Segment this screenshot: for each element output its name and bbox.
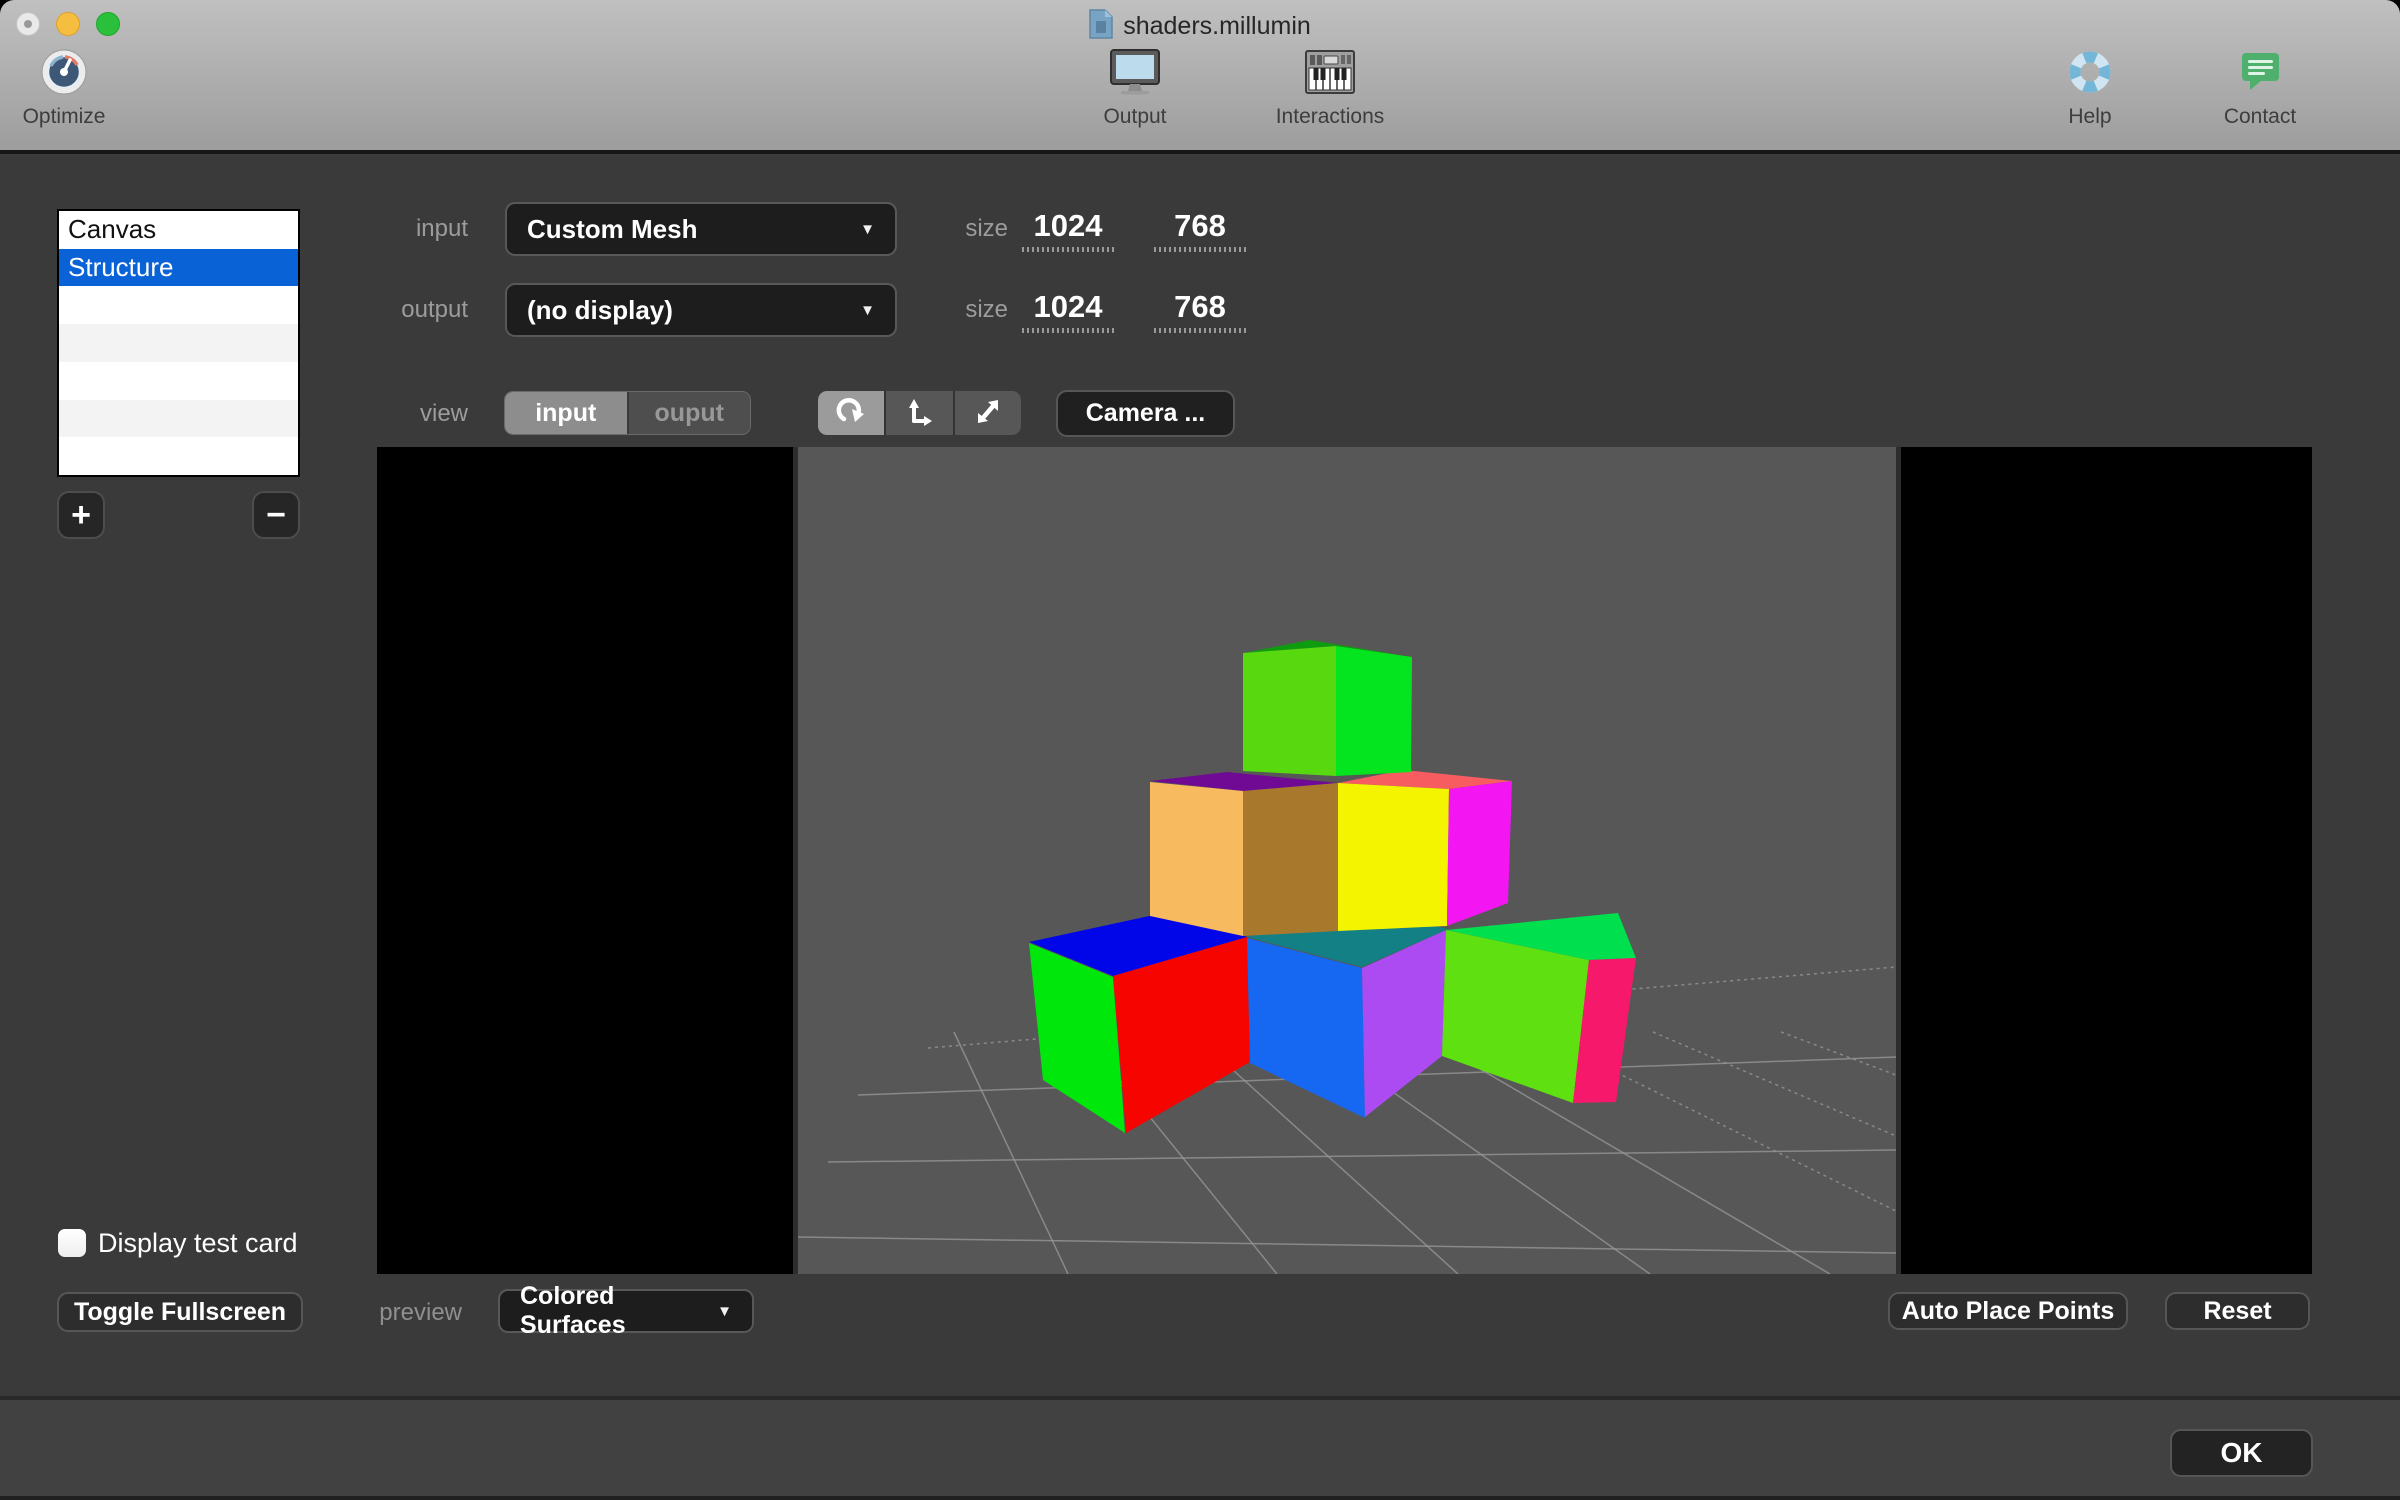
viewport-right-bar <box>1901 447 2312 1274</box>
document-icon <box>1089 9 1113 44</box>
sidebar-empty-row[interactable] <box>59 437 298 476</box>
view-segment-output[interactable]: ouput <box>628 392 750 434</box>
output-dropdown-value: (no display) <box>527 294 673 325</box>
canvas-list[interactable]: Canvas Structure <box>57 209 300 477</box>
output-dropdown[interactable]: (no display) ▼ <box>505 283 897 337</box>
sidebar-item-structure[interactable]: Structure <box>59 248 298 287</box>
app-window: shaders.millumin Optimize Output Interac… <box>0 0 2400 1500</box>
toolbar-interactions[interactable]: Interactions <box>1255 48 1405 129</box>
translate-tool-button[interactable] <box>886 391 953 435</box>
ok-button[interactable]: OK <box>2170 1429 2313 1477</box>
input-width-field[interactable]: 1024 <box>1022 208 1114 252</box>
titlebar: shaders.millumin <box>0 9 2400 44</box>
top-cube-face[interactable] <box>1336 646 1412 776</box>
preview-mode-dropdown[interactable]: Colored Surfaces ▼ <box>498 1282 754 1339</box>
midi-keyboard-icon <box>1304 48 1356 101</box>
toolbar-help-label: Help <box>2068 105 2112 128</box>
preview-mode-value: Colored Surfaces <box>520 1282 626 1339</box>
preview-viewport[interactable] <box>377 447 2312 1274</box>
rotate-icon <box>835 395 867 432</box>
sidebar-empty-row[interactable] <box>59 361 298 400</box>
toolbar-optimize-label: Optimize <box>22 105 106 128</box>
display-test-card-checkbox[interactable] <box>58 1229 86 1257</box>
window-title: shaders.millumin <box>1123 12 1311 40</box>
window-header: shaders.millumin Optimize Output Interac… <box>0 0 2400 150</box>
view-segment-input[interactable]: input <box>505 392 627 434</box>
remove-button[interactable]: − <box>252 491 300 539</box>
viewport-render-area[interactable] <box>798 447 1896 1274</box>
input-height-field[interactable]: 768 <box>1154 208 1246 252</box>
viewport-left-bar <box>377 447 793 1274</box>
top-cube-face[interactable] <box>1243 646 1336 776</box>
output-label: output <box>401 296 468 323</box>
bottom-middle-cube-face[interactable] <box>1247 938 1365 1118</box>
floor-grid-line <box>1780 1031 1896 1076</box>
gauge-icon <box>40 48 88 101</box>
reset-button[interactable]: Reset <box>2165 1292 2310 1330</box>
toolbar-optimize[interactable]: Optimize <box>18 48 110 129</box>
toolbar-interactions-label: Interactions <box>1275 105 1385 128</box>
input-dropdown[interactable]: Custom Mesh ▼ <box>505 202 897 256</box>
scene-svg <box>798 640 1896 1274</box>
input-dropdown-value: Custom Mesh <box>527 213 698 244</box>
output-size-label: size <box>965 296 1008 323</box>
floor-grid-line <box>1652 1031 1896 1137</box>
view-label: view <box>419 400 468 427</box>
middle-right-cube-face[interactable] <box>1447 781 1512 926</box>
monitor-icon <box>1107 48 1163 101</box>
toolbar-help[interactable]: Help <box>2040 48 2140 129</box>
sidebar-empty-row[interactable] <box>59 286 298 325</box>
scale-tool-button[interactable] <box>954 391 1021 435</box>
chevron-down-icon: ▼ <box>717 1302 732 1320</box>
floor-grid-line <box>798 1236 1896 1254</box>
chevron-down-icon: ▼ <box>860 220 875 238</box>
transform-tool-group <box>818 391 1021 435</box>
output-height-field[interactable]: 768 <box>1154 289 1246 333</box>
scale-arrow-icon <box>972 395 1004 432</box>
camera-button[interactable]: Camera ... <box>1056 390 1235 437</box>
middle-right-cube-face[interactable] <box>1338 783 1449 931</box>
sidebar-item-canvas[interactable]: Canvas <box>59 211 298 249</box>
display-test-card-label: Display test card <box>98 1227 298 1258</box>
toolbar-contact[interactable]: Contact <box>2210 48 2310 129</box>
chevron-down-icon: ▼ <box>860 301 875 319</box>
output-width-field[interactable]: 1024 <box>1022 289 1114 333</box>
view-segmented-control: input ouput <box>504 391 751 435</box>
sidebar-empty-row[interactable] <box>59 399 298 438</box>
input-label: input <box>415 215 468 242</box>
footer-bar: OK <box>0 1396 2400 1500</box>
preview-label: preview <box>379 1299 462 1326</box>
middle-left-cube-face[interactable] <box>1150 782 1243 936</box>
add-button[interactable]: + <box>57 491 105 539</box>
input-size-label: size <box>965 215 1008 242</box>
toolbar-divider <box>0 150 2400 154</box>
floor-grid-line <box>827 1149 1896 1163</box>
bottom-right-cube-face[interactable] <box>1442 930 1589 1103</box>
speech-bubble-icon <box>2237 48 2283 101</box>
sidebar-empty-row[interactable] <box>59 324 298 362</box>
toolbar-output[interactable]: Output <box>1085 48 1185 129</box>
auto-place-points-button[interactable]: Auto Place Points <box>1888 1292 2128 1330</box>
move-arrows-icon <box>903 395 935 432</box>
toolbar-output-label: Output <box>1103 105 1167 128</box>
toggle-fullscreen-button[interactable]: Toggle Fullscreen <box>57 1292 303 1332</box>
middle-left-cube-face[interactable] <box>1243 783 1338 936</box>
toolbar-contact-label: Contact <box>2223 105 2297 128</box>
lifering-icon <box>2066 48 2114 101</box>
rotate-tool-button[interactable] <box>818 391 885 435</box>
